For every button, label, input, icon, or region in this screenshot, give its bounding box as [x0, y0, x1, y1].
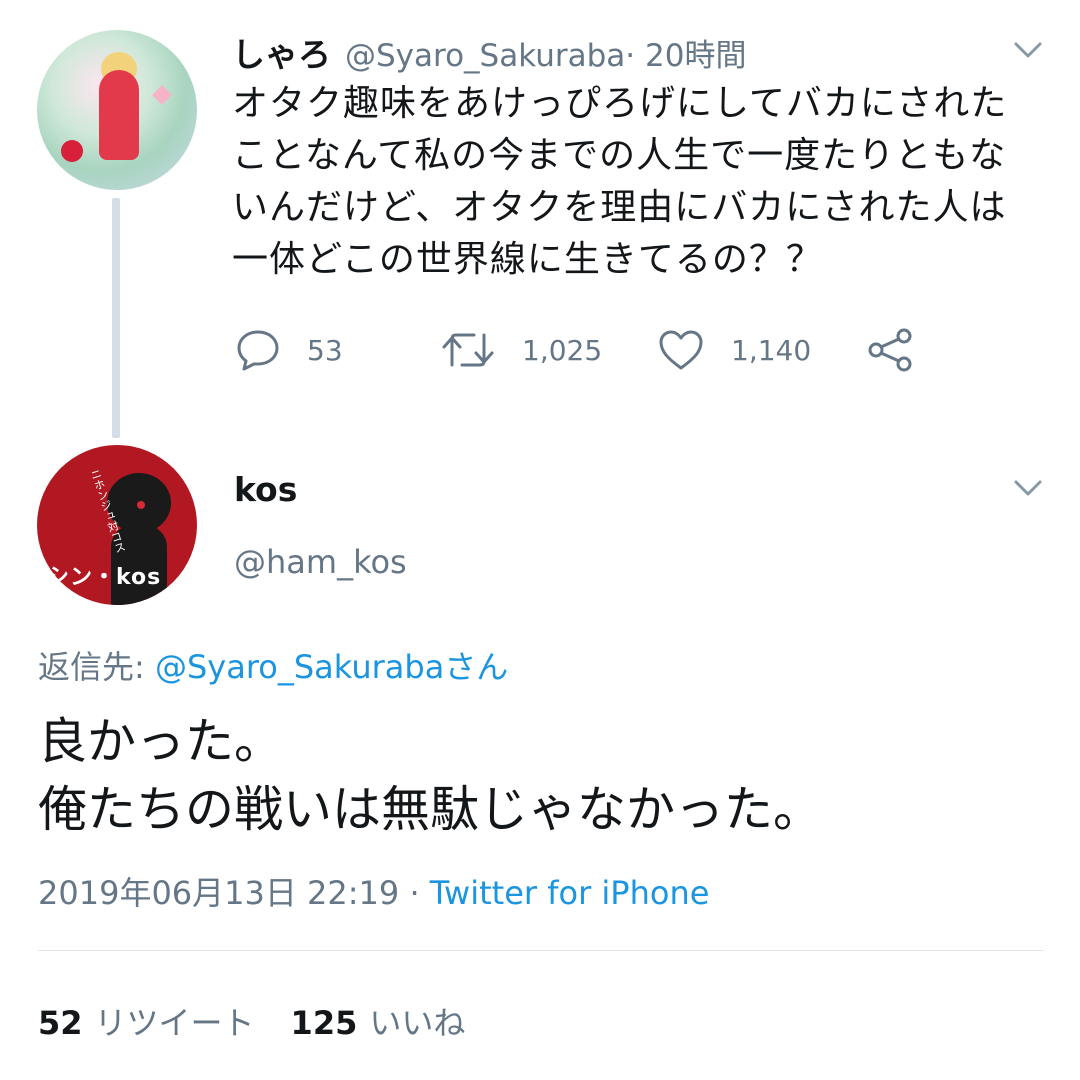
chevron-down-icon[interactable] — [1013, 478, 1043, 498]
avatar-kos[interactable]: ニホンジュ対コス シン・kos — [37, 445, 197, 605]
like-button[interactable]: 1,140 — [657, 325, 811, 375]
avatar-art-rose — [61, 140, 83, 162]
original-time-ago[interactable]: · 20時間 — [625, 30, 746, 75]
like-count: 1,140 — [731, 333, 812, 367]
avatar-art-gem — [152, 85, 172, 105]
retweets-stat-label: リツイート — [94, 1004, 255, 1042]
retweet-button[interactable]: 1,025 — [440, 325, 602, 375]
reply-bubble-icon — [237, 330, 279, 371]
reply-count: 53 — [307, 333, 343, 367]
tweet-source-link[interactable]: Twitter for iPhone — [430, 874, 710, 912]
likes-stat-label: いいね — [369, 1004, 466, 1042]
reply-to-label: 返信先: — [38, 648, 155, 686]
retweet-count: 1,025 — [522, 333, 603, 367]
tweet-timestamp[interactable]: 2019年06月13日 22:19 — [38, 874, 399, 912]
retweets-stat[interactable]: 52 リツイート — [38, 1004, 255, 1042]
reply-tweet-text: 良かった。 俺たちの戦いは無駄じゃなかった。 — [38, 713, 823, 838]
reply-button[interactable]: 53 — [235, 325, 343, 375]
original-handle[interactable]: @Syaro_Sakuraba — [345, 38, 625, 74]
original-tweet-header: しゃろ @Syaro_Sakuraba · 20時間 — [232, 28, 746, 75]
divider — [38, 950, 1044, 951]
avatar-logo-text: シン・kos — [47, 565, 162, 590]
likes-stat[interactable]: 125 いいね — [291, 1004, 466, 1042]
share-button[interactable] — [866, 325, 916, 375]
tweet-stats: 52 リツイート 125 いいね — [38, 998, 465, 1044]
retweet-icon — [442, 333, 494, 367]
meta-separator: · — [399, 874, 430, 912]
chevron-down-icon[interactable] — [1013, 40, 1043, 60]
reply-to-line: 返信先: @Syaro_Sakurabaさん — [38, 642, 508, 688]
share-icon — [868, 328, 912, 372]
thread-connector-line — [112, 198, 120, 438]
reply-handle[interactable]: @ham_kos — [234, 543, 407, 581]
avatar-art-figure — [99, 70, 139, 160]
heart-icon — [659, 330, 703, 370]
avatar-syaro[interactable] — [37, 30, 197, 190]
avatar-art-eye — [137, 501, 145, 509]
reply-display-name[interactable]: kos — [234, 470, 297, 509]
retweets-stat-count: 52 — [38, 1004, 83, 1042]
tweet-meta: 2019年06月13日 22:19 · Twitter for iPhone — [38, 868, 709, 914]
original-tweet-text: オタク趣味をあけっぴろげにしてバカにされた ことなんて私の今までの人生で一度たり… — [232, 83, 1008, 280]
likes-stat-count: 125 — [290, 1004, 358, 1042]
reply-to-mention-link[interactable]: @Syaro_Sakurabaさん — [155, 648, 508, 686]
original-display-name[interactable]: しゃろ — [232, 28, 331, 76]
